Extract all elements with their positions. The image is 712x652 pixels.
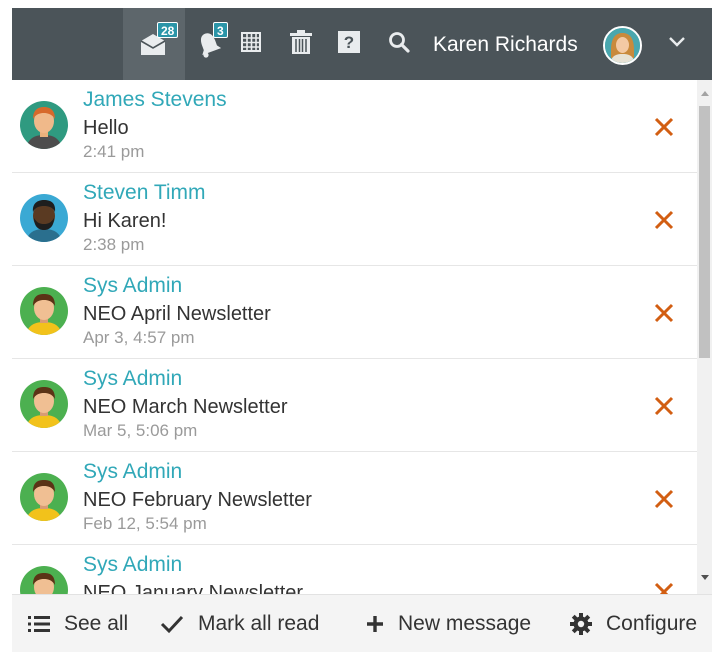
close-icon [654,582,674,594]
messages-count-badge: 28 [157,22,179,38]
svg-text:?: ? [344,33,354,52]
plus-icon [367,616,383,632]
checkmark-icon [160,615,184,634]
message-time: Mar 5, 5:06 pm [83,421,198,440]
mark-all-read-label: Mark all read [198,612,320,635]
avatar-admin [20,287,68,335]
avatar-admin [20,566,68,594]
message-time: Feb 12, 5:54 pm [83,514,207,533]
trash-button[interactable] [286,8,316,80]
user-avatar[interactable] [603,26,642,65]
see-all-label: See all [64,612,129,635]
configure-button[interactable]: Configure [570,595,697,652]
messages-popup: 28 3 ? Karen Richards James Stevens Hell… [0,0,712,652]
message-row[interactable]: James Stevens Hello 2:41 pm [12,80,697,173]
message-list: James Stevens Hello 2:41 pm Steven Timm … [12,80,697,594]
configure-label: Configure [606,612,698,635]
chevron-down-icon [668,35,686,53]
message-row[interactable]: Sys Admin NEO April Newsletter Apr 3, 4:… [12,266,697,359]
search-button[interactable] [384,8,414,80]
list-icon [28,616,50,632]
new-message-button[interactable]: New message [366,595,531,652]
avatar-admin [20,380,68,428]
message-sender[interactable]: Sys Admin [83,553,182,577]
messages-button[interactable]: 28 [123,8,185,80]
scroll-up-arrow-icon[interactable] [701,91,709,96]
message-sender[interactable]: Sys Admin [83,274,182,298]
message-row[interactable]: Sys Admin NEO February Newsletter Feb 12… [12,452,697,545]
top-bar: 28 3 ? Karen Richards [12,8,712,80]
message-subject[interactable]: NEO February Newsletter [83,488,312,512]
close-icon [654,303,674,323]
delete-message-button[interactable] [652,394,676,418]
message-sender[interactable]: Sys Admin [83,460,182,484]
gear-icon [570,613,592,635]
message-subject[interactable]: NEO January Newsletter [83,581,303,594]
trash-icon [290,29,312,59]
calendar-icon [241,31,261,57]
message-sender[interactable]: James Stevens [83,88,227,112]
message-subject[interactable]: NEO April Newsletter [83,302,271,326]
help-icon: ? [338,30,360,58]
search-icon [388,31,410,58]
see-all-button[interactable]: See all [28,595,128,652]
message-sender[interactable]: Sys Admin [83,367,182,391]
message-list-scrollbar[interactable] [697,80,712,594]
scrollbar-thumb[interactable] [699,106,710,358]
message-sender[interactable]: Steven Timm [83,181,206,205]
close-icon [654,396,674,416]
mark-all-read-button[interactable]: Mark all read [160,595,319,652]
message-row[interactable]: Sys Admin NEO January Newsletter [12,545,697,594]
close-icon [654,117,674,137]
popup-footer: See all Mark all read New message Config… [12,594,712,652]
message-time: 2:41 pm [83,142,145,161]
delete-message-button[interactable] [652,487,676,511]
delete-message-button[interactable] [652,115,676,139]
new-message-label: New message [398,612,532,635]
delete-message-button[interactable] [652,208,676,232]
scroll-down-arrow-icon[interactable] [701,575,709,580]
notifications-count-badge: 3 [213,22,228,38]
message-subject[interactable]: Hello [83,116,129,140]
calendar-button[interactable] [236,8,266,80]
message-row[interactable]: Steven Timm Hi Karen! 2:38 pm [12,173,697,266]
delete-message-button[interactable] [652,301,676,325]
message-subject[interactable]: NEO March Newsletter [83,395,288,419]
avatar-bearded-man [20,194,68,242]
user-name[interactable]: Karen Richards [433,32,578,58]
avatar-admin [20,473,68,521]
user-menu-dropdown[interactable] [662,8,692,80]
message-time: 2:38 pm [83,235,145,254]
message-subject[interactable]: Hi Karen! [83,209,166,233]
message-row[interactable]: Sys Admin NEO March Newsletter Mar 5, 5:… [12,359,697,452]
delete-message-button[interactable] [652,580,676,594]
close-icon [654,210,674,230]
close-icon [654,489,674,509]
message-time: Apr 3, 4:57 pm [83,328,195,347]
help-button[interactable]: ? [334,8,364,80]
notifications-button[interactable]: 3 [185,8,235,80]
avatar-orange-hair-man [20,101,68,149]
